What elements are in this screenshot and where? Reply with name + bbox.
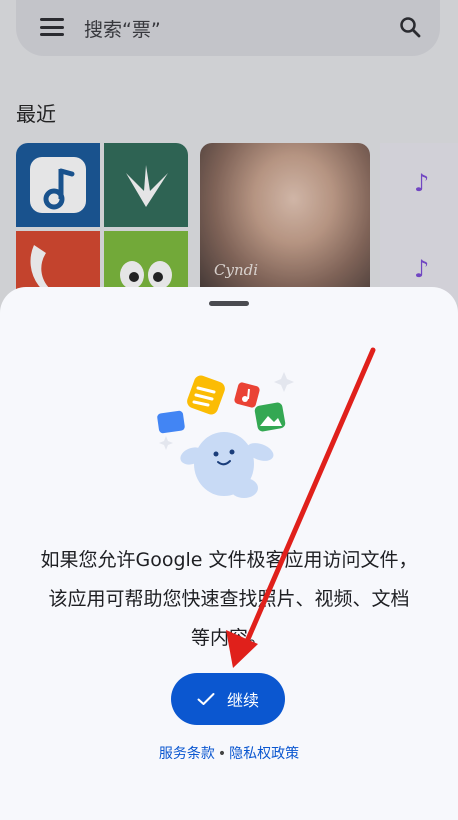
- legal-links: 服务条款 • 隐私权政策: [0, 743, 458, 763]
- files-mascot-illustration: [157, 372, 294, 498]
- check-icon: [197, 693, 215, 705]
- terms-of-service-link[interactable]: 服务条款: [159, 746, 215, 762]
- permission-message: 如果您允许Google 文件极客应用访问文件，该应用可帮助您快速查找照片、视频、…: [40, 549, 418, 649]
- continue-button[interactable]: 继续: [171, 673, 285, 725]
- link-separator: •: [217, 746, 227, 762]
- permission-bottom-sheet: 如果您允许Google 文件极客应用访问文件，该应用可帮助您快速查找照片、视频、…: [0, 287, 458, 820]
- privacy-policy-link[interactable]: 隐私权政策: [229, 746, 299, 762]
- drag-handle[interactable]: [209, 301, 249, 306]
- continue-label: 继续: [226, 691, 259, 710]
